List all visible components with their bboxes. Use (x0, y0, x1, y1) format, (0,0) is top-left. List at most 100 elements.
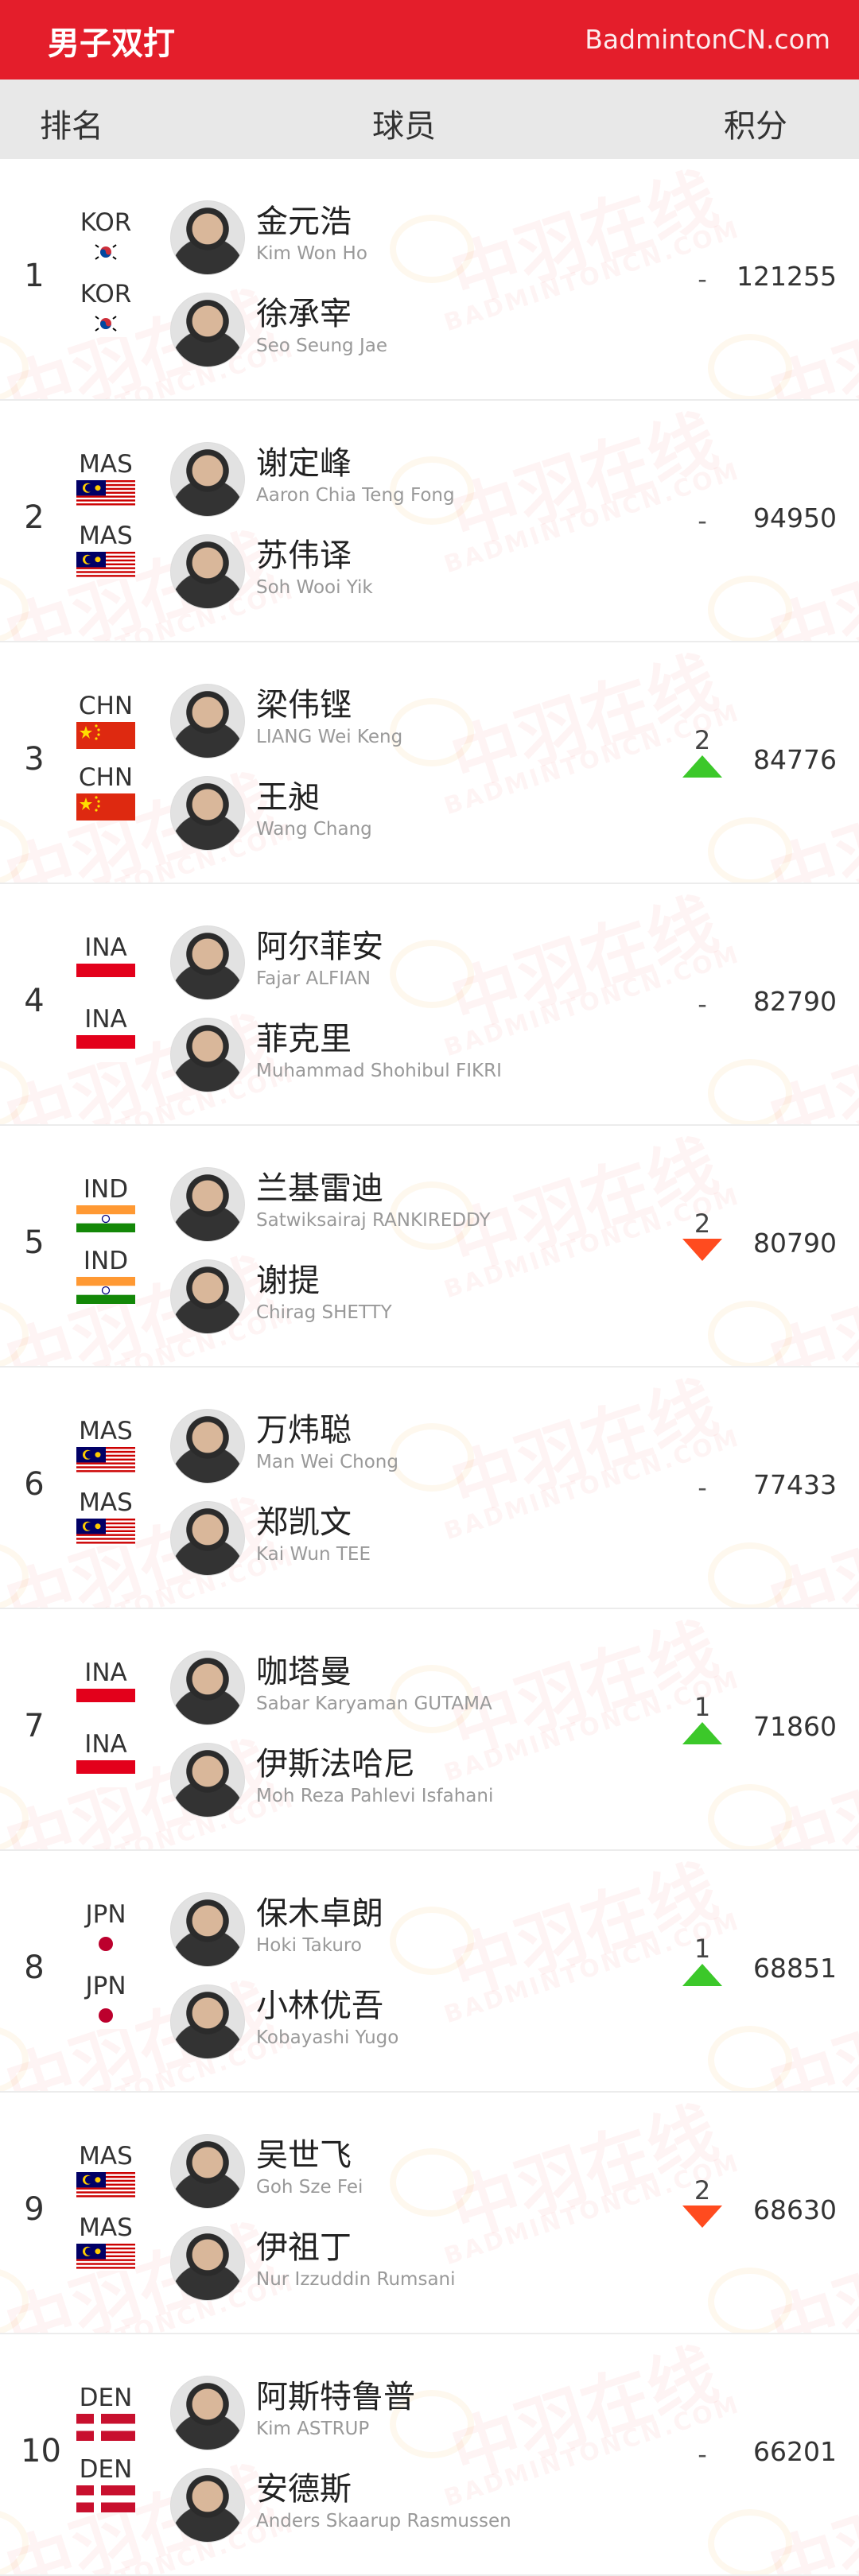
points-value: 77433 (753, 1469, 837, 1500)
watermark-url: BADMINTONCN.COM (759, 1542, 859, 1609)
player-name-cn[interactable]: 徐承宰 (256, 288, 352, 334)
player-name-cn[interactable]: 兰基雷迪 (256, 1162, 383, 1208)
watermark-ring-icon (390, 215, 474, 283)
country-code: CHN (78, 692, 134, 720)
player-name-cn[interactable]: 郑凯文 (256, 1496, 352, 1542)
ranking-row[interactable]: 中羽在线 BADMINTONCN.COM 中羽在线 BADMINTONCN.COM 中羽… (0, 1851, 859, 2093)
ranking-row[interactable]: 中羽在线 BADMINTONCN.COM 中羽在线 BADMINTONCN.COM 中羽… (0, 1368, 859, 1609)
watermark-url: BADMINTONCN.COM (0, 1542, 298, 1609)
watermark-url: BADMINTONCN.COM (759, 1059, 859, 1126)
rank-change: - (680, 2439, 725, 2469)
column-header-points[interactable]: 积分 (724, 100, 787, 146)
player-name-cn[interactable]: 谢定峰 (256, 437, 352, 483)
rank-change: - (680, 1472, 725, 1503)
player-avatar[interactable] (170, 1651, 245, 1725)
flag-den-icon (76, 2485, 135, 2512)
player-name-cn[interactable]: 阿斯特鲁普 (256, 2371, 415, 2417)
points-value: 66201 (753, 2436, 837, 2467)
ranking-row[interactable]: 中羽在线 BADMINTONCN.COM 中羽在线 BADMINTONCN.COM 中羽… (0, 642, 859, 884)
ranking-row[interactable]: 中羽在线 BADMINTONCN.COM 中羽在线 BADMINTONCN.COM 中羽… (0, 2093, 859, 2334)
rank-number: 5 (24, 1224, 45, 1261)
player-name-cn[interactable]: 小林优吾 (256, 1980, 383, 2026)
player-name-cn[interactable]: 梁伟铿 (256, 679, 352, 725)
ranking-row[interactable]: 中羽在线 BADMINTONCN.COM 中羽在线 BADMINTONCN.COM 中羽… (0, 1609, 859, 1851)
player-name-cn[interactable]: 伊斯法哈尼 (256, 1738, 415, 1784)
country-code: JPN (85, 1900, 126, 1929)
player-name-cn[interactable]: 吴世飞 (256, 2129, 352, 2175)
flag-jpn-icon (76, 2002, 135, 2029)
player-name-cn[interactable]: 阿尔菲安 (256, 921, 383, 967)
player-name-cn[interactable]: 伊祖丁 (256, 2221, 352, 2268)
column-header-players[interactable]: 球员 (372, 100, 436, 146)
player-name-cn[interactable]: 菲克里 (256, 1013, 352, 1059)
player-avatar[interactable] (170, 293, 245, 367)
country-code: JPN (85, 1972, 126, 2000)
player-avatar[interactable] (170, 1984, 245, 2059)
watermark-ring-icon (708, 817, 792, 883)
ranking-row[interactable]: 中羽在线 BADMINTONCN.COM 中羽在线 BADMINTONCN.COM 中羽… (0, 401, 859, 642)
player-avatar[interactable] (170, 442, 245, 517)
flag-chn-icon (76, 793, 135, 821)
player-name-cn[interactable]: 苏伟译 (256, 530, 352, 576)
player-avatar[interactable] (170, 1259, 245, 1334)
player-avatar[interactable] (170, 925, 245, 1000)
player-avatar[interactable] (170, 1409, 245, 1484)
rank-change-value: - (698, 264, 707, 294)
rank-change: - (680, 506, 725, 536)
watermark-ring-icon (708, 2509, 792, 2574)
points-value: 68630 (753, 2194, 837, 2225)
player-name-cn[interactable]: 保木卓朗 (256, 1887, 383, 1934)
player-avatar[interactable] (170, 1018, 245, 1092)
rank-change: 2 (680, 725, 725, 778)
player-avatar[interactable] (170, 684, 245, 758)
player-name-en: Chirag SHETTY (256, 1302, 392, 1323)
country-code: MAS (79, 2213, 133, 2242)
site-brand[interactable]: BadmintonCN.com (585, 24, 830, 55)
country-code: IND (83, 1247, 129, 1275)
player-avatar[interactable] (170, 1501, 245, 1576)
country-code: MAS (79, 2142, 133, 2171)
player-name-cn[interactable]: 王昶 (256, 771, 320, 817)
column-header-rank[interactable]: 排名 (40, 100, 103, 146)
player-avatar[interactable] (170, 1743, 245, 1818)
ranking-row[interactable]: 中羽在线 BADMINTONCN.COM 中羽在线 BADMINTONCN.COM 中羽… (0, 159, 859, 401)
ranking-row[interactable]: 中羽在线 BADMINTONCN.COM 中羽在线 BADMINTONCN.COM 中羽… (0, 1126, 859, 1368)
flag-ina-icon (76, 964, 135, 991)
player-avatar[interactable] (170, 1892, 245, 1967)
player-avatar[interactable] (170, 534, 245, 609)
watermark-url: BADMINTONCN.COM (759, 2509, 859, 2576)
ranking-row[interactable]: 中羽在线 BADMINTONCN.COM 中羽在线 BADMINTONCN.COM 中羽… (0, 884, 859, 1126)
arrow-up-icon (682, 1722, 722, 1744)
player-name-cn[interactable]: 咖塔曼 (256, 1646, 352, 1692)
watermark-ring-icon (0, 2026, 29, 2091)
rank-change: 1 (680, 1692, 725, 1744)
watermark-url: BADMINTONCN.COM (0, 817, 298, 884)
player-avatar[interactable] (170, 1167, 245, 1242)
watermark-ring-icon (0, 576, 29, 641)
player-avatar[interactable] (170, 2226, 245, 2301)
rank-change: - (680, 989, 725, 1019)
watermark-ring-icon (0, 334, 29, 399)
player-name-cn[interactable]: 谢提 (256, 1255, 320, 1301)
player-avatar[interactable] (170, 2376, 245, 2450)
table-header: 排名 球员 积分 (0, 80, 859, 159)
player-name-cn[interactable]: 金元浩 (256, 196, 352, 242)
player-name-cn[interactable]: 安德斯 (256, 2463, 352, 2509)
player-avatar[interactable] (170, 2134, 245, 2209)
watermark-url: BADMINTONCN.COM (0, 1301, 298, 1368)
player-name-cn[interactable]: 万炜聪 (256, 1404, 352, 1450)
ranking-list: 中羽在线 BADMINTONCN.COM 中羽在线 BADMINTONCN.COM 中羽… (0, 159, 859, 2576)
player-name-en: Aaron Chia Teng Fong (256, 485, 455, 506)
watermark-logo: 中羽在线 (441, 1126, 727, 1286)
country-code: INA (84, 1730, 127, 1759)
player-avatar[interactable] (170, 2468, 245, 2543)
player-name-en: Kim ASTRUP (256, 2419, 370, 2439)
watermark-url: BADMINTONCN.COM (0, 334, 298, 401)
rank-number: 9 (24, 2191, 45, 2228)
player-avatar[interactable] (170, 776, 245, 851)
flag-chn-icon (76, 722, 135, 749)
player-avatar[interactable] (170, 200, 245, 275)
ranking-row[interactable]: 中羽在线 BADMINTONCN.COM 中羽在线 BADMINTONCN.COM 中羽… (0, 2334, 859, 2576)
player-name-en: Man Wei Chong (256, 1452, 398, 1472)
watermark-url: BADMINTONCN.COM (0, 1059, 298, 1126)
